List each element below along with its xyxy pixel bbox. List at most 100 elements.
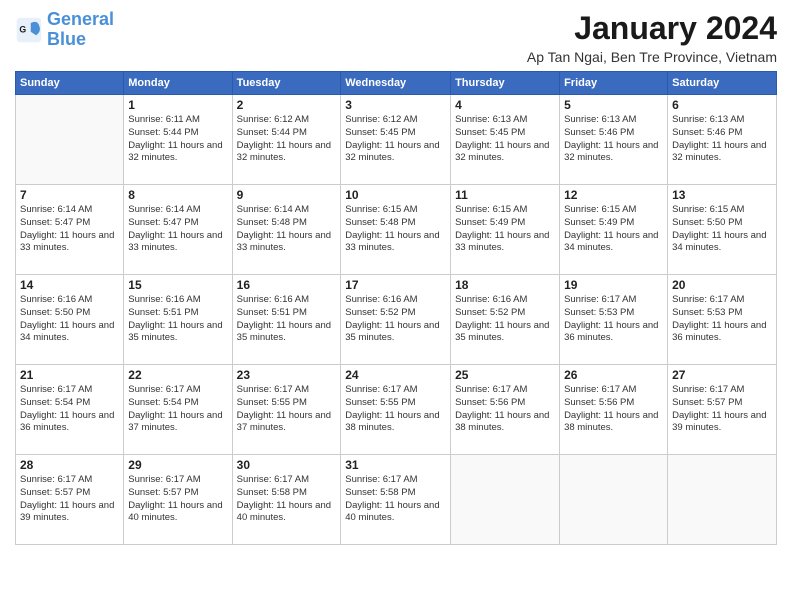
day-number: 17 bbox=[345, 278, 446, 292]
day-info: Sunrise: 6:12 AMSunset: 5:44 PMDaylight:… bbox=[237, 114, 337, 165]
day-info: Sunrise: 6:15 AMSunset: 5:48 PMDaylight:… bbox=[345, 204, 446, 255]
calendar-cell: 25 Sunrise: 6:17 AMSunset: 5:56 PMDayligh… bbox=[451, 365, 560, 455]
calendar-cell: 16 Sunrise: 6:16 AMSunset: 5:51 PMDayligh… bbox=[232, 275, 341, 365]
day-number: 11 bbox=[455, 188, 555, 202]
day-info: Sunrise: 6:15 AMSunset: 5:49 PMDaylight:… bbox=[455, 204, 555, 255]
day-info: Sunrise: 6:17 AMSunset: 5:55 PMDaylight:… bbox=[345, 384, 446, 435]
day-info: Sunrise: 6:16 AMSunset: 5:52 PMDaylight:… bbox=[455, 294, 555, 345]
day-number: 13 bbox=[672, 188, 772, 202]
calendar-cell: 5Sunrise: 6:13 AMSunset: 5:46 PMDaylight… bbox=[560, 95, 668, 185]
day-number: 18 bbox=[455, 278, 555, 292]
calendar-cell: 14Sunrise: 6:16 AMSunset: 5:50 PMDayligh… bbox=[16, 275, 124, 365]
day-number: 3 bbox=[345, 98, 446, 112]
day-number: 4 bbox=[455, 98, 555, 112]
day-info: Sunrise: 6:13 AMSunset: 5:46 PMDaylight:… bbox=[564, 114, 663, 165]
page-header: G General Blue January 2024 Ap Tan Ngai,… bbox=[15, 10, 777, 65]
day-number: 14 bbox=[20, 278, 119, 292]
calendar-cell bbox=[16, 95, 124, 185]
header-day-tuesday: Tuesday bbox=[232, 72, 341, 95]
calendar-week-0: 1 Sunrise: 6:11 AMSunset: 5:44 PMDaylight… bbox=[16, 95, 777, 185]
day-number: 8 bbox=[128, 188, 227, 202]
calendar-cell: 20 Sunrise: 6:17 AMSunset: 5:53 PMDayligh… bbox=[668, 275, 777, 365]
day-number: 9 bbox=[237, 188, 337, 202]
day-number: 21 bbox=[20, 368, 119, 382]
day-info: Sunrise: 6:16 AMSunset: 5:51 PMDaylight:… bbox=[128, 294, 227, 345]
day-number: 6 bbox=[672, 98, 772, 112]
day-number: 25 bbox=[455, 368, 555, 382]
calendar-cell: 22Sunrise: 6:17 AMSunset: 5:54 PMDayligh… bbox=[124, 365, 232, 455]
calendar-week-2: 14Sunrise: 6:16 AMSunset: 5:50 PMDayligh… bbox=[16, 275, 777, 365]
calendar-cell: 23 Sunrise: 6:17 AMSunset: 5:55 PMDayligh… bbox=[232, 365, 341, 455]
calendar-cell: 1 Sunrise: 6:11 AMSunset: 5:44 PMDaylight… bbox=[124, 95, 232, 185]
day-number: 23 bbox=[237, 368, 337, 382]
location-title: Ap Tan Ngai, Ben Tre Province, Vietnam bbox=[527, 49, 777, 65]
day-number: 2 bbox=[237, 98, 337, 112]
day-number: 31 bbox=[345, 458, 446, 472]
header-day-monday: Monday bbox=[124, 72, 232, 95]
day-info: Sunrise: 6:17 AMSunset: 5:55 PMDaylight:… bbox=[237, 384, 337, 435]
day-info: Sunrise: 6:16 AMSunset: 5:52 PMDaylight:… bbox=[345, 294, 446, 345]
calendar-cell: 19 Sunrise: 6:17 AMSunset: 5:53 PMDayligh… bbox=[560, 275, 668, 365]
calendar-cell: 2 Sunrise: 6:12 AMSunset: 5:44 PMDaylight… bbox=[232, 95, 341, 185]
day-number: 28 bbox=[20, 458, 119, 472]
calendar-cell: 29Sunrise: 6:17 AMSunset: 5:57 PMDayligh… bbox=[124, 455, 232, 545]
calendar-cell: 11 Sunrise: 6:15 AMSunset: 5:49 PMDayligh… bbox=[451, 185, 560, 275]
calendar-header: SundayMondayTuesdayWednesdayThursdayFrid… bbox=[16, 72, 777, 95]
calendar-cell: 9Sunrise: 6:14 AMSunset: 5:48 PMDaylight… bbox=[232, 185, 341, 275]
calendar-week-4: 28 Sunrise: 6:17 AMSunset: 5:57 PMDayligh… bbox=[16, 455, 777, 545]
day-number: 20 bbox=[672, 278, 772, 292]
day-number: 26 bbox=[564, 368, 663, 382]
day-number: 15 bbox=[128, 278, 227, 292]
header-day-friday: Friday bbox=[560, 72, 668, 95]
day-info: Sunrise: 6:17 AMSunset: 5:57 PMDaylight:… bbox=[672, 384, 772, 435]
day-info: Sunrise: 6:12 AMSunset: 5:45 PMDaylight:… bbox=[345, 114, 446, 165]
day-info: Sunrise: 6:17 AMSunset: 5:56 PMDaylight:… bbox=[455, 384, 555, 435]
calendar-body: 1 Sunrise: 6:11 AMSunset: 5:44 PMDaylight… bbox=[16, 95, 777, 545]
calendar-cell: 26 Sunrise: 6:17 AMSunset: 5:56 PMDayligh… bbox=[560, 365, 668, 455]
day-info: Sunrise: 6:16 AMSunset: 5:51 PMDaylight:… bbox=[237, 294, 337, 345]
calendar-cell: 15 Sunrise: 6:16 AMSunset: 5:51 PMDayligh… bbox=[124, 275, 232, 365]
calendar-cell: 21 Sunrise: 6:17 AMSunset: 5:54 PMDayligh… bbox=[16, 365, 124, 455]
calendar-cell: 10Sunrise: 6:15 AMSunset: 5:48 PMDayligh… bbox=[341, 185, 451, 275]
day-number: 19 bbox=[564, 278, 663, 292]
calendar-cell: 8Sunrise: 6:14 AMSunset: 5:47 PMDaylight… bbox=[124, 185, 232, 275]
calendar-cell bbox=[560, 455, 668, 545]
day-info: Sunrise: 6:15 AMSunset: 5:49 PMDaylight:… bbox=[564, 204, 663, 255]
day-number: 7 bbox=[20, 188, 119, 202]
day-info: Sunrise: 6:17 AMSunset: 5:58 PMDaylight:… bbox=[237, 474, 337, 525]
day-info: Sunrise: 6:17 AMSunset: 5:56 PMDaylight:… bbox=[564, 384, 663, 435]
day-number: 1 bbox=[128, 98, 227, 112]
logo: G General Blue bbox=[15, 10, 114, 50]
calendar-cell: 27Sunrise: 6:17 AMSunset: 5:57 PMDayligh… bbox=[668, 365, 777, 455]
calendar-cell: 7 Sunrise: 6:14 AMSunset: 5:47 PMDaylight… bbox=[16, 185, 124, 275]
day-info: Sunrise: 6:17 AMSunset: 5:57 PMDaylight:… bbox=[20, 474, 119, 525]
day-info: Sunrise: 6:17 AMSunset: 5:54 PMDaylight:… bbox=[20, 384, 119, 435]
calendar-cell: 18 Sunrise: 6:16 AMSunset: 5:52 PMDayligh… bbox=[451, 275, 560, 365]
day-info: Sunrise: 6:13 AMSunset: 5:45 PMDaylight:… bbox=[455, 114, 555, 165]
calendar-page: G General Blue January 2024 Ap Tan Ngai,… bbox=[0, 0, 792, 612]
calendar-cell: 17 Sunrise: 6:16 AMSunset: 5:52 PMDayligh… bbox=[341, 275, 451, 365]
header-day-wednesday: Wednesday bbox=[341, 72, 451, 95]
logo-text: General Blue bbox=[47, 10, 114, 50]
title-area: January 2024 Ap Tan Ngai, Ben Tre Provin… bbox=[527, 10, 777, 65]
calendar-cell bbox=[451, 455, 560, 545]
calendar-cell: 6Sunrise: 6:13 AMSunset: 5:46 PMDaylight… bbox=[668, 95, 777, 185]
day-number: 24 bbox=[345, 368, 446, 382]
calendar-cell: 3 Sunrise: 6:12 AMSunset: 5:45 PMDaylight… bbox=[341, 95, 451, 185]
month-title: January 2024 bbox=[527, 10, 777, 47]
calendar-cell: 12 Sunrise: 6:15 AMSunset: 5:49 PMDayligh… bbox=[560, 185, 668, 275]
day-number: 12 bbox=[564, 188, 663, 202]
day-number: 16 bbox=[237, 278, 337, 292]
day-info: Sunrise: 6:11 AMSunset: 5:44 PMDaylight:… bbox=[128, 114, 227, 165]
day-info: Sunrise: 6:14 AMSunset: 5:47 PMDaylight:… bbox=[20, 204, 119, 255]
calendar-cell: 24 Sunrise: 6:17 AMSunset: 5:55 PMDayligh… bbox=[341, 365, 451, 455]
logo-blue: Blue bbox=[47, 29, 86, 49]
day-info: Sunrise: 6:17 AMSunset: 5:53 PMDaylight:… bbox=[564, 294, 663, 345]
svg-text:G: G bbox=[19, 24, 26, 34]
day-info: Sunrise: 6:17 AMSunset: 5:57 PMDaylight:… bbox=[128, 474, 227, 525]
day-info: Sunrise: 6:17 AMSunset: 5:58 PMDaylight:… bbox=[345, 474, 446, 525]
day-info: Sunrise: 6:17 AMSunset: 5:53 PMDaylight:… bbox=[672, 294, 772, 345]
logo-general: General bbox=[47, 9, 114, 29]
day-info: Sunrise: 6:17 AMSunset: 5:54 PMDaylight:… bbox=[128, 384, 227, 435]
calendar-table: SundayMondayTuesdayWednesdayThursdayFrid… bbox=[15, 71, 777, 545]
